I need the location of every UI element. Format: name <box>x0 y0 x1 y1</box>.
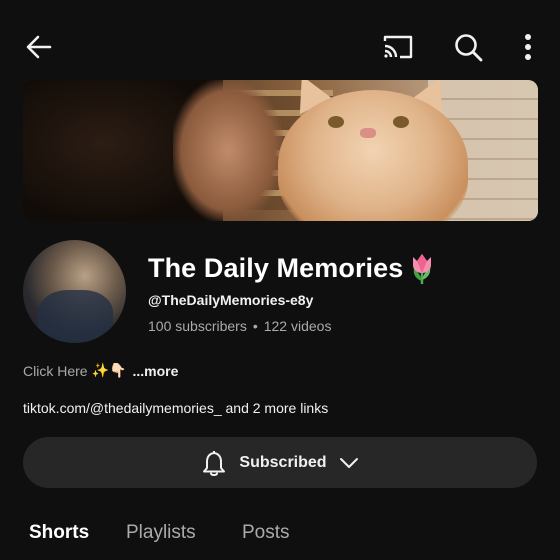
channel-name: The Daily Memories <box>148 252 404 283</box>
channel-handle: @TheDailyMemories-e8y <box>148 292 314 308</box>
subscribed-label: Subscribed <box>239 453 327 471</box>
bell-icon <box>203 450 226 476</box>
banner-cat-nose <box>360 128 376 138</box>
channel-banner <box>23 80 538 221</box>
description-more-link[interactable]: ...more <box>132 363 178 379</box>
banner-cat-eye <box>328 116 344 128</box>
back-arrow-icon <box>26 35 52 59</box>
video-count: 122 videos <box>263 318 332 334</box>
tulip-icon <box>413 254 432 284</box>
top-app-bar <box>0 0 560 80</box>
tab-shorts[interactable]: Shorts <box>29 522 89 544</box>
stats-separator: • <box>252 318 258 334</box>
subscribed-button[interactable]: Subscribed <box>23 437 537 488</box>
banner-face-shape <box>173 80 283 221</box>
channel-tabs: Shorts Playlists Posts <box>0 512 560 560</box>
channel-avatar[interactable] <box>23 240 126 343</box>
channel-description[interactable]: Click Here ✨👇🏻 ...more <box>23 362 178 379</box>
chevron-down-icon <box>339 457 358 468</box>
channel-links-text[interactable]: tiktok.com/@thedailymemories_ and 2 more… <box>23 400 328 416</box>
search-icon <box>455 34 483 62</box>
avatar-figure-shape <box>38 290 113 343</box>
more-vertical-icon <box>525 34 531 60</box>
channel-page: The Daily Memories @TheDailyMemories-e8y… <box>0 0 560 560</box>
channel-links[interactable]: tiktok.com/@thedailymemories_ and 2 more… <box>23 400 328 416</box>
back-button[interactable] <box>22 30 56 64</box>
banner-cat-eye <box>393 116 409 128</box>
subscriber-count: 100 subscribers <box>148 318 247 334</box>
tab-posts[interactable]: Posts <box>242 522 290 544</box>
description-emojis: ✨👇🏻 <box>91 362 127 378</box>
channel-stats: 100 subscribers • 122 videos <box>148 318 331 334</box>
cast-button[interactable] <box>380 30 416 64</box>
search-button[interactable] <box>450 29 486 65</box>
tab-playlists[interactable]: Playlists <box>126 522 196 544</box>
channel-title-row: The Daily Memories <box>148 250 437 286</box>
more-options-button[interactable] <box>514 30 542 64</box>
description-text: Click Here <box>23 362 88 379</box>
cast-icon <box>383 35 413 59</box>
